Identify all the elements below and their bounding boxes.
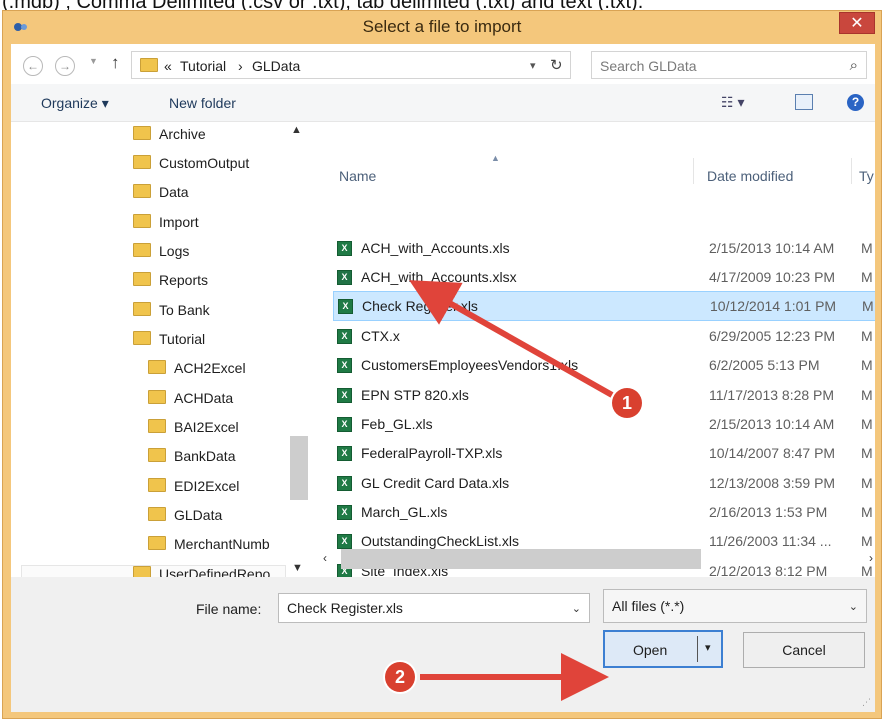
file-row-selected[interactable]: X Check Register.xls 10/12/2014 1:01 PM M — [333, 291, 875, 321]
file-import-dialog: Select a file to import ✕ ← → ▼ ↑ « Tuto… — [2, 10, 882, 719]
column-divider[interactable] — [851, 158, 852, 184]
folder-icon — [133, 331, 151, 345]
search-icon[interactable]: ⌕ — [850, 57, 858, 74]
preview-pane-icon[interactable] — [795, 94, 813, 110]
filter-dropdown-icon[interactable]: ⌄ — [849, 600, 858, 613]
folder-icon — [148, 536, 166, 550]
file-type-filter-value: All files (*.*) — [612, 598, 685, 614]
dialog-body: ← → ▼ ↑ « Tutorial › GLData ▾ ↻ Search G… — [11, 44, 875, 712]
resize-grip-icon[interactable]: ⋰ — [862, 697, 871, 708]
file-type-filter-select[interactable]: All files (*.*) ⌄ — [603, 589, 867, 623]
file-row[interactable]: X CustomersEmployeesVendors1.xls 6/2/2005 … — [333, 351, 875, 381]
folder-icon — [133, 214, 151, 228]
excel-file-icon: X — [338, 299, 353, 314]
view-options-icon[interactable]: ☷ ▾ — [721, 94, 744, 111]
file-name-dropdown-icon[interactable]: ⌄ — [572, 602, 581, 615]
file-row[interactable]: X GL Credit Card Data.xls 12/13/2008 3:59 … — [333, 469, 875, 499]
back-button[interactable]: ← — [23, 56, 43, 76]
callout-1: 1 — [612, 388, 642, 418]
file-name-input[interactable]: Check Register.xls ⌄ — [278, 593, 590, 623]
up-button[interactable]: ↑ — [111, 53, 120, 73]
folder-icon — [133, 184, 151, 198]
folder-icon — [140, 58, 158, 72]
file-row[interactable]: X March_GL.xls 2/16/2013 1:53 PM M — [333, 498, 875, 528]
address-row: ← → ▼ ↑ « Tutorial › GLData ▾ ↻ Search G… — [11, 44, 875, 84]
excel-file-icon: X — [337, 329, 352, 344]
folder-icon — [133, 155, 151, 169]
title-bar: Select a file to import ✕ — [3, 11, 881, 43]
breadcrumb-separator: › — [238, 58, 243, 74]
scroll-right-icon[interactable]: › — [869, 551, 873, 565]
command-toolbar: Organize ▾ New folder ☷ ▾ ? — [11, 84, 875, 122]
column-divider[interactable] — [693, 158, 694, 184]
navigation-pane: Archive CustomOutput Data Import Logs Re… — [11, 123, 291, 605]
excel-file-icon: X — [337, 388, 352, 403]
open-button[interactable]: Open ▾ — [603, 630, 723, 668]
file-row[interactable]: X EPN STP 820.xls 11/17/2013 8:28 PM M — [333, 381, 875, 411]
help-icon[interactable]: ? — [847, 94, 864, 111]
dialog-footer: File name: Check Register.xls ⌄ All file… — [11, 577, 875, 712]
file-name-label: File name: — [196, 601, 262, 617]
folder-icon — [148, 390, 166, 404]
excel-file-icon: X — [337, 358, 352, 373]
file-row[interactable]: X CTX.x 6/29/2005 12:23 PM M — [333, 322, 875, 352]
sort-ascending-icon: ▲ — [491, 153, 500, 163]
folder-icon — [148, 507, 166, 521]
file-row[interactable]: X ACH_with_Accounts.xlsx 4/17/2009 10:23 P… — [333, 263, 875, 293]
search-placeholder: Search GLData — [600, 58, 697, 74]
nav-scrollbar-thumb[interactable] — [290, 436, 308, 500]
breadcrumb-tutorial[interactable]: Tutorial — [180, 58, 226, 74]
breadcrumb-overflow[interactable]: « — [164, 58, 172, 74]
open-options-dropdown-icon[interactable]: ▾ — [705, 641, 711, 654]
folder-icon — [133, 126, 151, 140]
excel-file-icon: X — [337, 534, 352, 549]
folder-icon — [148, 360, 166, 374]
organize-menu[interactable]: Organize ▾ — [41, 95, 109, 112]
excel-file-icon: X — [337, 476, 352, 491]
callout-2: 2 — [385, 662, 415, 692]
cancel-button-label: Cancel — [782, 642, 826, 658]
excel-file-icon: X — [337, 270, 352, 285]
search-input[interactable]: Search GLData ⌕ — [591, 51, 867, 79]
excel-file-icon: X — [337, 446, 352, 461]
folder-icon — [148, 448, 166, 462]
nav-scroll-down-icon[interactable]: ▼ — [292, 562, 303, 574]
forward-button[interactable]: → — [55, 56, 75, 76]
breadcrumb-gldata[interactable]: GLData — [252, 58, 300, 74]
file-list: ▲ Name Date modified Ty X ACH_with_Accoun… — [311, 123, 875, 605]
column-header-name[interactable]: Name — [339, 168, 376, 202]
nav-scroll-up-icon[interactable]: ▲ — [291, 124, 302, 136]
horizontal-scrollbar-thumb[interactable] — [341, 549, 701, 569]
column-header-date-modified[interactable]: Date modified — [707, 168, 793, 202]
folder-icon — [133, 243, 151, 257]
file-row[interactable]: X FederalPayroll-TXP.xls 10/14/2007 8:47 P… — [333, 439, 875, 469]
address-bar[interactable]: « Tutorial › GLData ▾ ↻ — [131, 51, 571, 79]
new-folder-button[interactable]: New folder — [169, 95, 236, 111]
file-name-value: Check Register.xls — [287, 600, 403, 616]
open-split-divider — [697, 636, 698, 662]
file-row[interactable]: X ACH_with_Accounts.xls 2/15/2013 10:14 AM… — [333, 234, 875, 264]
folder-icon — [133, 302, 151, 316]
address-dropdown-icon[interactable]: ▾ — [530, 59, 536, 72]
column-header-type[interactable]: Ty — [859, 168, 874, 202]
excel-file-icon: X — [337, 417, 352, 432]
folder-icon — [148, 478, 166, 492]
dialog-title: Select a file to import — [362, 17, 522, 36]
cancel-button[interactable]: Cancel — [743, 632, 865, 668]
folder-icon — [148, 419, 166, 433]
excel-file-icon: X — [337, 505, 352, 520]
file-row[interactable]: X Feb_GL.xls 2/15/2013 10:14 AM M — [333, 410, 875, 440]
excel-file-icon: X — [337, 241, 352, 256]
close-button[interactable]: ✕ — [839, 12, 875, 34]
folder-icon — [133, 272, 151, 286]
open-button-label: Open — [633, 642, 668, 658]
recent-locations-dropdown-icon[interactable]: ▼ — [89, 56, 98, 66]
refresh-icon[interactable]: ↻ — [550, 56, 563, 74]
scroll-left-icon[interactable]: ‹ — [323, 551, 327, 565]
